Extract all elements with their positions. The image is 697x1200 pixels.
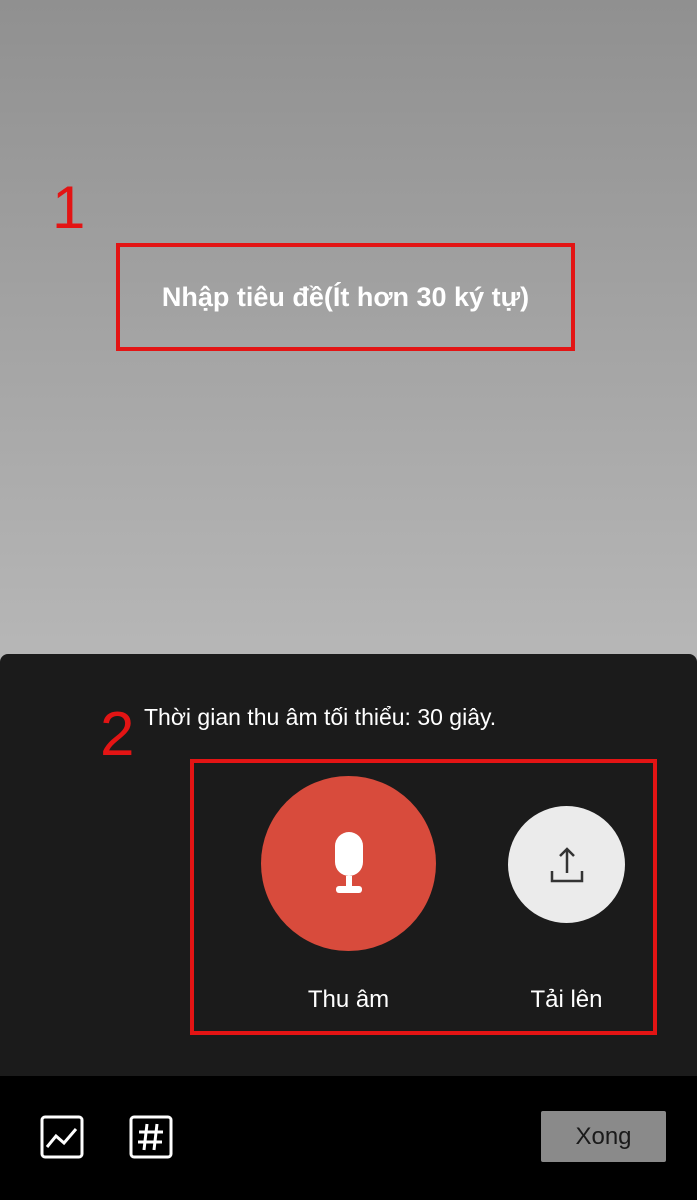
done-button[interactable]: Xong (541, 1111, 666, 1162)
upload-button[interactable] (508, 806, 625, 923)
upload-label: Tải lên (530, 986, 603, 1013)
title-input[interactable]: Nhập tiêu đề(Ít hơn 30 ký tự) (120, 247, 571, 347)
microphone-icon (334, 831, 363, 893)
image-icon[interactable] (40, 1115, 84, 1159)
upload-icon (550, 846, 583, 882)
annotation-number-2: 2 (100, 700, 135, 769)
annotation-number-1: 1 (52, 174, 86, 241)
record-label: Thu âm (307, 986, 390, 1013)
record-button[interactable] (261, 776, 436, 951)
hashtag-icon[interactable] (129, 1115, 173, 1159)
minimum-duration-hint: Thời gian thu âm tối thiểu: 30 giây. (144, 704, 497, 730)
